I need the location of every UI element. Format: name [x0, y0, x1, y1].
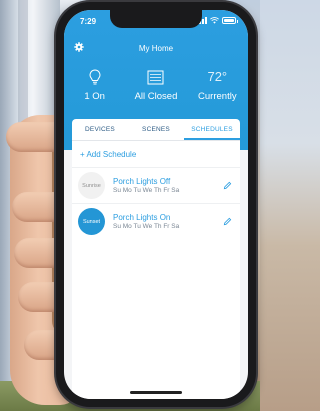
tab-bar: DEVICES SCENES SCHEDULES [72, 119, 240, 141]
status-time: 7:29 [80, 17, 97, 26]
phone-screen: 7:29 My Home 1 On All Closed 72° Current… [64, 10, 248, 399]
lights-status-label: 1 On [84, 91, 105, 102]
schedule-days: Su Mo Tu We Th Fr Sa [113, 187, 180, 194]
lights-status[interactable]: 1 On [65, 68, 125, 102]
pencil-icon[interactable] [223, 181, 232, 190]
wifi-icon [210, 17, 219, 24]
home-indicator[interactable] [130, 391, 182, 394]
schedule-row[interactable]: Sunrise Porch Lights Off Su Mo Tu We Th … [72, 167, 240, 203]
phone-notch [110, 10, 202, 28]
tab-schedules[interactable]: SCHEDULES [184, 119, 240, 140]
lightbulb-icon [89, 68, 101, 86]
tab-scenes[interactable]: SCENES [128, 119, 184, 140]
sunrise-badge: Sunrise [78, 172, 105, 199]
status-icons [196, 17, 238, 24]
home-stats: 1 On All Closed 72° Currently [64, 68, 248, 102]
schedule-title: Porch Lights On [113, 213, 171, 222]
garage-door-icon [147, 68, 164, 86]
add-schedule-button[interactable]: + Add Schedule [72, 141, 240, 167]
schedule-title: Porch Lights Off [113, 177, 171, 186]
garage-status-label: All Closed [134, 91, 178, 102]
temperature-value-wrap: 72° [207, 68, 227, 86]
schedule-info: Porch Lights Off Su Mo Tu We Th Fr Sa [113, 177, 223, 194]
temperature-status[interactable]: 72° Currently [187, 68, 247, 102]
sunset-badge: Sunset [78, 208, 105, 235]
schedule-row[interactable]: Sunset Porch Lights On Su Mo Tu We Th Fr… [72, 203, 240, 239]
schedule-info: Porch Lights On Su Mo Tu We Th Fr Sa [113, 213, 223, 230]
garage-status[interactable]: All Closed [126, 68, 186, 102]
pencil-icon[interactable] [223, 217, 232, 226]
temperature-label: Currently [198, 91, 237, 102]
page-title: My Home [138, 44, 174, 53]
schedules-card: DEVICES SCENES SCHEDULES + Add Schedule … [72, 119, 240, 399]
schedule-days: Su Mo Tu We Th Fr Sa [113, 223, 180, 230]
temperature-value: 72° [207, 69, 228, 84]
battery-icon [222, 17, 238, 24]
phone: 7:29 My Home 1 On All Closed 72° Current… [56, 2, 256, 407]
tab-devices[interactable]: DEVICES [72, 119, 128, 140]
